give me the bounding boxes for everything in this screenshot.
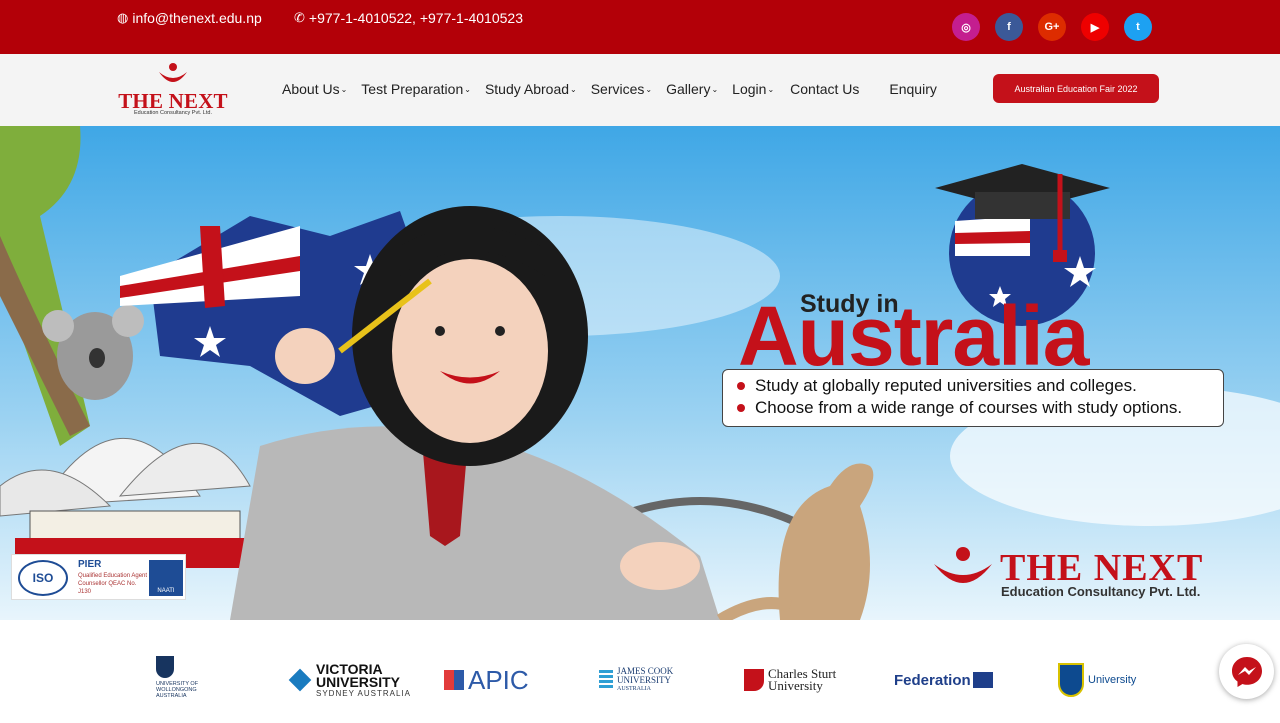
google-plus-icon[interactable]: G+	[1038, 13, 1066, 41]
messenger-chat-button[interactable]	[1219, 644, 1274, 699]
partner-text: AUSTRALIA	[617, 685, 651, 692]
charles-sturt-flame-icon	[744, 669, 764, 691]
nav-item-login[interactable]: Login ⌄	[732, 81, 774, 97]
youtube-icon[interactable]: ▶	[1081, 13, 1109, 41]
top-bar: ◍ info@thenext.edu.np ✆ +977-1-4010522, …	[0, 0, 1280, 54]
site-logo[interactable]: THE NEXT Education Consultancy Pvt. Ltd.	[117, 62, 229, 120]
nav-label: Study Abroad	[484, 81, 570, 97]
james-cook-wave-icon	[599, 670, 613, 690]
chevron-down-icon: ⌄	[340, 84, 348, 94]
hero-bullets: Study at globally reputed universities a…	[722, 369, 1224, 427]
phone-text: +977-1-4010522, +977-1-4010523	[308, 10, 523, 26]
partner-apic[interactable]: APIC	[444, 656, 529, 704]
partner-victoria[interactable]: VICTORIA UNIVERSITY SYDNEY AUSTRALIA	[288, 656, 411, 704]
partner-text: University	[1088, 674, 1137, 686]
logo-mark-icon	[934, 547, 992, 583]
hero-bullet: Choose from a wide range of courses with…	[737, 397, 1209, 419]
wollongong-crest-icon	[156, 656, 174, 678]
partner-text: APIC	[468, 664, 529, 695]
facebook-icon[interactable]: f	[995, 13, 1023, 41]
globe-icon: ◍	[117, 10, 129, 25]
federation-mark-icon	[972, 672, 993, 688]
logo-mark-icon	[159, 63, 187, 82]
instagram-icon[interactable]: ◎	[952, 13, 980, 41]
chevron-down-icon: ⌄	[645, 84, 653, 94]
nav-label: Enquiry	[889, 81, 937, 97]
chevron-down-icon: ⌄	[711, 84, 719, 94]
email-link[interactable]: ◍ info@thenext.edu.np	[117, 10, 262, 26]
nav-item-contact-us[interactable]: Contact Us	[790, 81, 859, 97]
nav-item-services[interactable]: Services ⌄	[591, 81, 652, 97]
partner-text: Federation	[894, 671, 971, 689]
partner-text: UNIVERSITY	[617, 674, 671, 685]
partner-text: University	[768, 678, 823, 693]
nav-label: Contact Us	[790, 81, 860, 97]
phone-link[interactable]: ✆ +977-1-4010522, +977-1-4010523	[294, 10, 523, 26]
chevron-down-icon: ⌄	[464, 84, 471, 94]
chevron-down-icon: ⌄	[570, 84, 577, 94]
social-links: ◎ f G+ ▶ t	[952, 13, 1152, 41]
email-text: info@thenext.edu.np	[132, 10, 262, 26]
cqu-shield-icon	[1058, 663, 1084, 697]
partner-cqu[interactable]: University	[1058, 656, 1136, 704]
hero-brand-subtitle: Education Consultancy Pvt. Ltd.	[1001, 584, 1201, 599]
partner-federation[interactable]: Federation	[894, 656, 993, 704]
nav-item-enquiry[interactable]: Enquiry	[889, 81, 936, 97]
certification-badges: ISO PIER Qualified Education Agent Couns…	[11, 554, 186, 600]
nav-item-study-abroad[interactable]: Study Abroad ⌄	[485, 81, 577, 97]
chevron-down-icon: ⌄	[767, 84, 775, 94]
iso-badge: ISO	[18, 560, 68, 596]
logo-subtitle: Education Consultancy Pvt. Ltd.	[134, 110, 212, 116]
nav-label: About Us	[282, 81, 340, 97]
hero-bullet-text: Study at globally reputed universities a…	[755, 376, 1137, 395]
apic-square-icon	[444, 670, 464, 690]
bullet-dot-icon	[737, 382, 745, 390]
partner-text: UNIVERSITY	[316, 673, 401, 690]
nav-item-about-us[interactable]: About Us ⌄	[282, 81, 347, 97]
twitter-icon[interactable]: t	[1124, 13, 1152, 41]
education-fair-button[interactable]: Australian Education Fair 2022	[993, 74, 1159, 103]
nav-label: Services	[590, 81, 645, 97]
pier-badge: PIER	[78, 559, 102, 570]
nav-label: Login	[732, 81, 767, 97]
qeac-text: Qualified Education Agent Counsellor QEA…	[78, 573, 148, 595]
nav-label: Gallery	[666, 81, 711, 97]
partner-text: SYDNEY AUSTRALIA	[316, 688, 411, 698]
nav-label: Test Preparation	[361, 81, 464, 97]
phone-icon: ✆	[294, 10, 305, 25]
nav-menu: About Us ⌄ Test Preparation ⌄ Study Abroad…	[282, 81, 937, 97]
victoria-diamond-icon	[288, 668, 312, 692]
bullet-dot-icon	[737, 404, 745, 412]
partner-logos: UNIVERSITY OF WOLLONGONG AUSTRALIA VICTO…	[0, 620, 1280, 723]
messenger-icon	[1231, 656, 1262, 687]
naati-badge: NAATI	[149, 560, 183, 596]
partner-james-cook[interactable]: JAMES COOK UNIVERSITY AUSTRALIA	[599, 656, 673, 704]
partner-text: UNIVERSITY OF WOLLONGONG AUSTRALIA	[156, 681, 199, 699]
partner-wollongong[interactable]: UNIVERSITY OF WOLLONGONG AUSTRALIA	[156, 656, 216, 704]
hero-bullet: Study at globally reputed universities a…	[737, 375, 1209, 397]
hero-brand-logo: THE NEXT Education Consultancy Pvt. Ltd.	[932, 546, 1267, 599]
hero-banner[interactable]: Study in Australia Study at globally rep…	[0, 126, 1280, 620]
main-nav: THE NEXT Education Consultancy Pvt. Ltd.…	[0, 54, 1280, 126]
hero-bullet-text: Choose from a wide range of courses with…	[755, 398, 1183, 417]
partner-charles-sturt[interactable]: Charles Sturt University	[744, 656, 836, 704]
nav-item-gallery[interactable]: Gallery ⌄	[666, 81, 718, 97]
nav-item-test-preparation[interactable]: Test Preparation ⌄	[361, 81, 471, 97]
